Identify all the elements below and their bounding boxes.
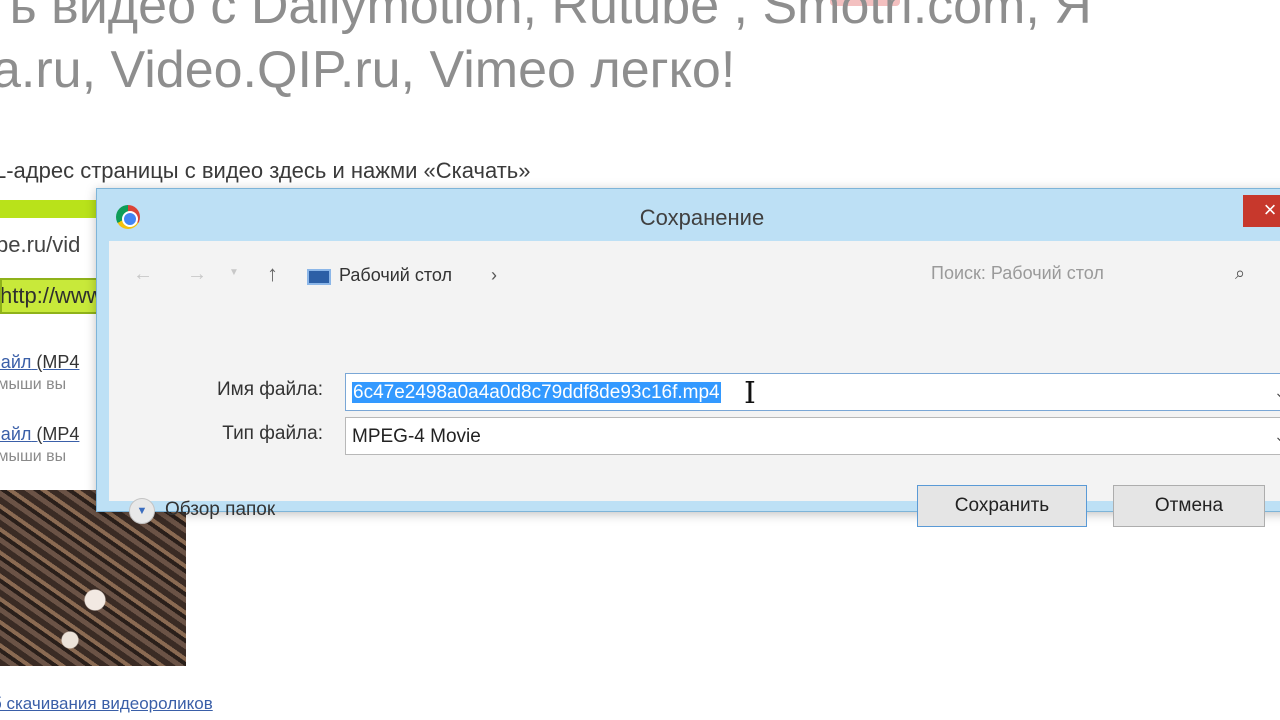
breadcrumb-chevron-icon[interactable]: ›: [491, 265, 497, 286]
download-link-1-format: (MP4: [36, 352, 80, 372]
filetype-select[interactable]: MPEG-4 Movie ⌄: [345, 417, 1280, 455]
save-button[interactable]: Сохранить: [917, 485, 1087, 527]
page-instruction: L-адрес страницы с видео здесь и нажми «…: [0, 158, 531, 183]
browse-folders-label[interactable]: Обзор папок: [165, 499, 275, 521]
cancel-button[interactable]: Отмена: [1113, 485, 1265, 527]
filename-label: Имя файла:: [216, 379, 323, 400]
page-heading-line2: a.ru, Video.QIP.ru, Vimeo легко!: [0, 41, 736, 99]
filename-value[interactable]: 6c47e2498a0a4a0d8c79ddf8de93c16f.mp4: [352, 382, 721, 404]
filetype-label: Тип файла:: [222, 423, 323, 444]
download-link-2[interactable]: файл (MP4: [0, 424, 79, 445]
desktop-icon: [307, 269, 331, 285]
download-hint-1: к мыши вы: [0, 376, 67, 393]
download-link-2-label[interactable]: файл: [0, 424, 31, 444]
footer-link[interactable]: б скачивания видеороликов: [0, 694, 213, 714]
dialog-titlebar[interactable]: Сохранение ×: [97, 189, 1280, 245]
up-arrow-icon[interactable]: ↑: [267, 261, 278, 287]
filename-dropdown-icon[interactable]: ⌄: [1274, 384, 1280, 401]
filetype-value: MPEG-4 Movie: [352, 426, 481, 447]
filename-field[interactable]: 6c47e2498a0a4a0d8c79ddf8de93c16f.mp4 I ⌄: [345, 373, 1280, 411]
page-heading-line1: ать видео с Dailymotion, Rutube , Smotri…: [0, 0, 1092, 35]
download-link-1[interactable]: файл (MP4: [0, 352, 79, 373]
breadcrumb-desktop[interactable]: Рабочий стол: [339, 265, 452, 286]
search-input[interactable]: Поиск: Рабочий стол ⌕: [915, 251, 1277, 295]
text-cursor-icon: I: [744, 376, 756, 411]
download-link-2-format: (MP4: [36, 424, 80, 444]
download-hint-2: к мыши вы: [0, 448, 67, 465]
filename-selected-text: 6c47e2498a0a4a0d8c79ddf8de93c16f.mp4: [352, 382, 721, 403]
forward-arrow-icon[interactable]: →: [187, 263, 207, 286]
download-link-1-label[interactable]: файл: [0, 352, 31, 372]
search-placeholder: Поиск: Рабочий стол: [931, 263, 1104, 283]
save-dialog: Сохранение × ← → ▼ ↑ Рабочий стол › ⌄ ↻ …: [96, 188, 1280, 527]
filetype-dropdown-icon[interactable]: ⌄: [1274, 428, 1280, 445]
address-bar[interactable]: Рабочий стол › ⌄ ↻: [305, 253, 1070, 297]
search-icon[interactable]: ⌕: [1235, 263, 1245, 284]
expand-arrow-icon[interactable]: ▼: [129, 498, 155, 524]
dialog-title: Сохранение: [639, 205, 765, 230]
close-button[interactable]: ×: [1243, 195, 1280, 227]
url-text: be.ru/vid: [0, 232, 81, 257]
url-input[interactable]: http://www: [0, 278, 100, 314]
browse-folders-toggle[interactable]: ▼ Обзор папок: [127, 495, 327, 525]
url-input-value: http://www: [0, 283, 100, 308]
green-bar: [0, 200, 100, 218]
back-arrow-icon[interactable]: ←: [133, 263, 153, 286]
recent-locations-dropdown-icon[interactable]: ▼: [229, 267, 239, 278]
dialog-body: ← → ▼ ↑ Рабочий стол › ⌄ ↻ Поиск: Рабочи…: [109, 241, 1280, 527]
